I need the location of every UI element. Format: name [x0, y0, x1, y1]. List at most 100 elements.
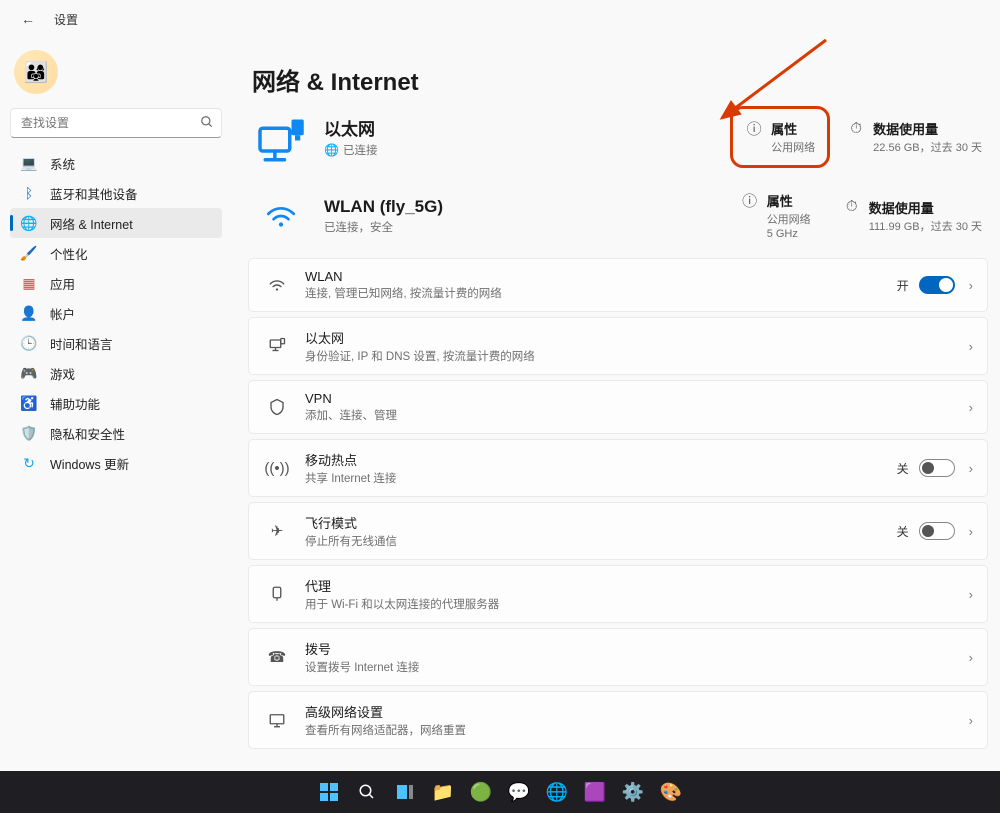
chrome-button[interactable]: 🌐 [538, 773, 576, 811]
ethernet-properties-button[interactable]: ⓘ 属性 公用网络 [739, 115, 821, 159]
sidebar-item-2[interactable]: 🌐网络 & Internet [10, 208, 222, 238]
card-sub: 连接, 管理已知网络, 按流量计费的网络 [305, 285, 897, 301]
card-title: 拨号 [305, 639, 955, 658]
search-input[interactable] [10, 108, 222, 138]
sidebar-item-5[interactable]: 👤 帐户 [10, 298, 222, 328]
search-icon[interactable] [200, 115, 214, 132]
toggle-switch[interactable] [919, 276, 955, 294]
setting-card-hotspot[interactable]: ((•)) 移动热点 共享 Internet 连接 关› [248, 439, 988, 497]
start-button[interactable] [310, 773, 348, 811]
wlan-usage-title: 数据使用量 [869, 198, 982, 217]
sidebar-item-1[interactable]: ᛒ蓝牙和其他设备 [10, 178, 222, 208]
toggle-label: 关 [897, 523, 909, 540]
card-sub: 停止所有无线通信 [305, 533, 897, 549]
nav-icon: 💻 [20, 154, 38, 172]
avatar-wrap[interactable]: 👨‍👩‍👧 [14, 50, 222, 94]
ethernet-usage-button[interactable]: ⏱ 数据使用量 22.56 GB，过去 30 天 [841, 115, 988, 159]
sidebar-item-4[interactable]: ▦应用 [10, 268, 222, 298]
wlan-usage-button[interactable]: ⏱ 数据使用量 111.99 GB，过去 30 天 [837, 194, 988, 238]
nav-icon: ↻ [20, 454, 38, 472]
card-sub: 添加、连接、管理 [305, 407, 955, 423]
ethernet-info: 以太网 🌐已连接 [324, 115, 719, 158]
sidebar-item-10[interactable]: ↻ Windows 更新 [10, 448, 222, 478]
nav-label: 蓝牙和其他设备 [50, 184, 138, 203]
setting-card-dial[interactable]: ☎ 拨号 设置拨号 Internet 连接 › [248, 628, 988, 686]
sidebar-item-9[interactable]: 🛡️隐私和安全性 [10, 418, 222, 448]
card-title: 移动热点 [305, 450, 897, 469]
app-button-4[interactable]: 🎨 [652, 773, 690, 811]
usage-icon: ⏱ [847, 119, 865, 137]
setting-card-monitor[interactable]: 以太网 身份验证, IP 和 DNS 设置, 按流量计费的网络 › [248, 317, 988, 375]
wlan-props-sub: 公用网络 [767, 211, 811, 227]
explorer-button[interactable]: 📁 [424, 773, 462, 811]
nav-label: 网络 & Internet [50, 214, 133, 233]
setting-card-shield[interactable]: VPN 添加、连接、管理 › [248, 380, 988, 434]
ethernet-props-sub: 公用网络 [771, 139, 815, 155]
nav-label: 个性化 [50, 244, 88, 263]
card-sub: 查看所有网络适配器，网络重置 [305, 722, 955, 738]
chevron-right-icon: › [969, 400, 973, 415]
card-sub: 用于 Wi-Fi 和以太网连接的代理服务器 [305, 596, 955, 612]
card-sub: 设置拨号 Internet 连接 [305, 659, 955, 675]
ethernet-usage-sub: 22.56 GB，过去 30 天 [873, 139, 982, 155]
nav-label: 系统 [50, 154, 75, 173]
page-title: 网络 & Internet [252, 62, 988, 97]
taskview-button[interactable] [386, 773, 424, 811]
app-button-1[interactable]: 🟢 [462, 773, 500, 811]
nav-icon: 👤 [20, 304, 38, 322]
sidebar-item-7[interactable]: 🎮游戏 [10, 358, 222, 388]
main-content: 网络 & Internet 以太网 🌐已连接 ⓘ [232, 38, 1000, 771]
wifi-icon [252, 199, 310, 233]
setting-card-wifi[interactable]: WLAN 连接, 管理已知网络, 按流量计费的网络 开› [248, 258, 988, 312]
sidebar-item-6[interactable]: 🕒时间和语言 [10, 328, 222, 358]
dial-icon: ☎ [263, 648, 291, 666]
sidebar-item-8[interactable]: ♿ 辅助功能 [10, 388, 222, 418]
nav-label: 辅助功能 [50, 394, 100, 413]
wlan-status-block: WLAN (fly_5G) 已连接，安全 ⓘ 属性 公用网络 5 GHz ⏱ [248, 187, 988, 244]
app-button-2[interactable]: 💬 [500, 773, 538, 811]
toggle-label: 关 [897, 460, 909, 477]
app-title: 设置 [54, 11, 78, 28]
settings-taskbar-button[interactable]: ⚙️ [614, 773, 652, 811]
back-button[interactable]: ← [16, 7, 40, 31]
sidebar-item-0[interactable]: 💻 系统 [10, 148, 222, 178]
user-avatar: 👨‍👩‍👧 [14, 50, 58, 94]
sidebar: 👨‍👩‍👧 💻系统ᛒ蓝牙和其他设备🌐网络 & Internet🖌️个性化▦应用👤… [0, 38, 232, 771]
taskbar: 📁 🟢 💬 🌐 🟪 ⚙️ 🎨 [0, 771, 1000, 813]
sidebar-item-3[interactable]: 🖌️个性化 [10, 238, 222, 268]
app-button-3[interactable]: 🟪 [576, 773, 614, 811]
nav-label: 帐户 [50, 304, 75, 323]
setting-card-airplane[interactable]: ✈ 飞行模式 停止所有无线通信 关› [248, 502, 988, 560]
info-icon: ⓘ [745, 119, 763, 137]
setting-card-advanced[interactable]: 高级网络设置 查看所有网络适配器，网络重置 › [248, 691, 988, 749]
settings-card-list: WLAN 连接, 管理已知网络, 按流量计费的网络 开› 以太网 身份验证, I… [248, 258, 988, 754]
wlan-properties-button[interactable]: ⓘ 属性 公用网络 5 GHz [735, 187, 817, 244]
chevron-right-icon: › [969, 339, 973, 354]
proxy-icon [263, 585, 291, 603]
info-icon: ⓘ [741, 191, 759, 209]
setting-card-proxy[interactable]: 代理 用于 Wi-Fi 和以太网连接的代理服务器 › [248, 565, 988, 623]
wlan-props-title: 属性 [767, 191, 811, 210]
globe-icon: 🌐 [324, 143, 339, 157]
toggle-switch[interactable] [919, 522, 955, 540]
hotspot-icon: ((•)) [263, 460, 291, 477]
shield-icon [263, 398, 291, 416]
advanced-icon [263, 711, 291, 729]
card-title: 飞行模式 [305, 513, 897, 532]
nav-label: Windows 更新 [50, 454, 129, 473]
nav-icon: 🕒 [20, 334, 38, 352]
ethernet-icon [252, 115, 310, 173]
card-title: WLAN [305, 269, 897, 284]
toggle-label: 开 [897, 277, 909, 294]
nav-icon: ▦ [20, 274, 38, 292]
nav-list: 💻 系统 ᛒ蓝牙和其他设备🌐网络 & Internet🖌️个性化▦应用 👤 帐户 🕒时间和… [10, 148, 222, 478]
wifi-icon [263, 276, 291, 294]
nav-label: 隐私和安全性 [50, 424, 125, 443]
search-taskbar-button[interactable] [348, 773, 386, 811]
card-sub: 身份验证, IP 和 DNS 设置, 按流量计费的网络 [305, 348, 955, 364]
nav-label: 游戏 [50, 364, 75, 383]
window-header: ← 设置 [0, 0, 1000, 38]
toggle-switch[interactable] [919, 459, 955, 477]
card-title: 代理 [305, 576, 955, 595]
nav-icon: ♿ [20, 394, 38, 412]
